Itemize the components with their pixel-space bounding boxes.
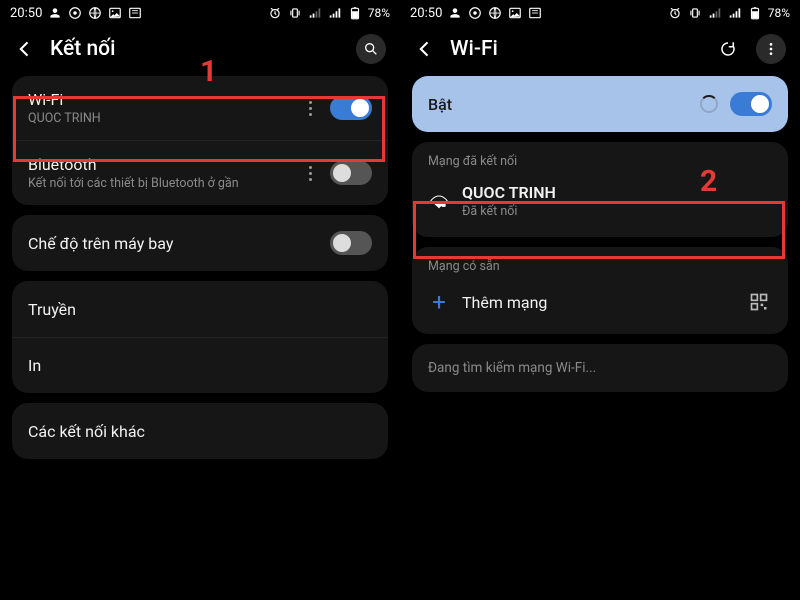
- image-icon: [508, 6, 522, 20]
- wifi-title: Wi-Fi: [28, 90, 290, 109]
- screen-connections: 20:50 78% Kết nối: [0, 0, 400, 600]
- section-available-label: Mạng có sẵn: [412, 247, 788, 278]
- globe-icon: [88, 6, 102, 20]
- card-cast-print: Truyền In: [12, 281, 388, 393]
- signal2-icon: [728, 6, 742, 20]
- globe-icon: [488, 6, 502, 20]
- vibrate-icon: [288, 6, 302, 20]
- wifi-subtitle: QUOC TRINH: [28, 111, 290, 126]
- connected-ssid: QUOC TRINH: [462, 183, 772, 202]
- row-wifi-on[interactable]: Bật: [412, 76, 788, 132]
- wifi-master-toggle[interactable]: [730, 92, 772, 116]
- print-title: In: [28, 356, 372, 375]
- row-print[interactable]: In: [12, 337, 388, 393]
- news-icon: [528, 6, 542, 20]
- refresh-button[interactable]: [714, 35, 742, 63]
- signal2-icon: [328, 6, 342, 20]
- row-cast[interactable]: Truyền: [12, 281, 388, 337]
- bluetooth-toggle[interactable]: [330, 161, 372, 185]
- more-icon[interactable]: [302, 166, 318, 181]
- search-button[interactable]: [356, 34, 386, 64]
- wifi-on-label: Bật: [428, 95, 688, 114]
- battery-icon: [748, 6, 762, 20]
- header-wifi: Wi-Fi: [400, 24, 800, 76]
- battery-icon: [348, 6, 362, 20]
- target-icon: [68, 6, 82, 20]
- image-icon: [108, 6, 122, 20]
- status-bar: 20:50 78%: [0, 0, 400, 24]
- target-icon: [468, 6, 482, 20]
- overflow-button[interactable]: [756, 34, 786, 64]
- battery-percent: 78%: [368, 6, 390, 20]
- vibrate-icon: [688, 6, 702, 20]
- cast-title: Truyền: [28, 300, 372, 319]
- add-network-label: Thêm mạng: [462, 293, 734, 312]
- signal1-icon: [308, 6, 322, 20]
- card-available-networks: Mạng có sẵn + Thêm mạng: [412, 247, 788, 334]
- card-wireless: Wi-Fi QUOC TRINH Bluetooth Kết nối tới c…: [12, 76, 388, 205]
- battery-percent: 78%: [768, 6, 790, 20]
- wifi-secure-icon: [428, 190, 450, 212]
- status-time: 20:50: [10, 6, 42, 21]
- airplane-toggle[interactable]: [330, 231, 372, 255]
- card-connected-network: Mạng đã kết nối QUOC TRINH Đã kết nối: [412, 142, 788, 237]
- person-icon: [48, 6, 62, 20]
- more-title: Các kết nối khác: [28, 422, 372, 441]
- more-icon[interactable]: [302, 101, 318, 116]
- news-icon: [128, 6, 142, 20]
- wifi-toggle[interactable]: [330, 96, 372, 120]
- card-wifi-on: Bật: [412, 76, 788, 132]
- searching-text: Đang tìm kiếm mạng Wi-Fi...: [412, 344, 788, 392]
- plus-icon: +: [428, 291, 450, 313]
- card-airplane: Chế độ trên máy bay: [12, 215, 388, 271]
- loading-spinner-icon: [700, 95, 718, 113]
- card-searching: Đang tìm kiếm mạng Wi-Fi...: [412, 344, 788, 392]
- card-more: Các kết nối khác: [12, 403, 388, 459]
- row-bluetooth[interactable]: Bluetooth Kết nối tới các thiết bị Bluet…: [12, 140, 388, 205]
- bluetooth-subtitle: Kết nối tới các thiết bị Bluetooth ở gần: [28, 176, 290, 191]
- status-bar: 20:50 78%: [400, 0, 800, 24]
- airplane-title: Chế độ trên máy bay: [28, 234, 318, 253]
- back-button[interactable]: [414, 38, 436, 60]
- person-icon: [448, 6, 462, 20]
- back-button[interactable]: [14, 38, 36, 60]
- screen-wifi: 20:50 78% Wi-Fi: [400, 0, 800, 600]
- alarm-icon: [668, 6, 682, 20]
- section-connected-label: Mạng đã kết nối: [412, 142, 788, 173]
- row-connected-network[interactable]: QUOC TRINH Đã kết nối: [412, 173, 788, 237]
- row-add-network[interactable]: + Thêm mạng: [412, 278, 788, 334]
- row-airplane[interactable]: Chế độ trên máy bay: [12, 215, 388, 271]
- header-connections: Kết nối: [0, 24, 400, 76]
- connected-status: Đã kết nối: [462, 204, 772, 219]
- page-title: Wi-Fi: [450, 37, 700, 61]
- row-wifi[interactable]: Wi-Fi QUOC TRINH: [12, 76, 388, 140]
- signal1-icon: [708, 6, 722, 20]
- bluetooth-title: Bluetooth: [28, 155, 290, 174]
- page-title: Kết nối: [50, 37, 342, 61]
- qr-scan-button[interactable]: [746, 289, 772, 315]
- alarm-icon: [268, 6, 282, 20]
- status-time: 20:50: [410, 6, 442, 21]
- row-more-connections[interactable]: Các kết nối khác: [12, 403, 388, 459]
